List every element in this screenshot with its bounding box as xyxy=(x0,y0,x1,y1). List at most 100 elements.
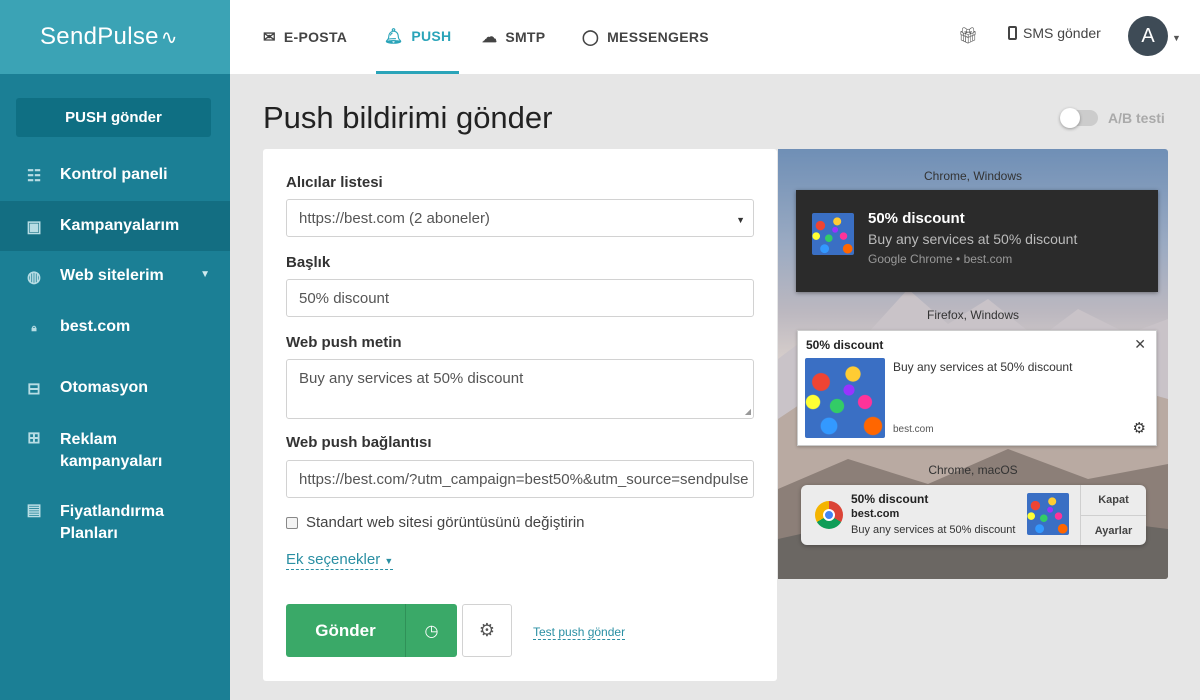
tab-label: PUSH xyxy=(411,27,452,44)
top-navigation: ✉ E-POSTA 🔔︎ PUSH ☁ SMTP ◯ MESSENGERS 🎁︎… xyxy=(230,0,1200,74)
tab-label: MESSENGERS xyxy=(607,29,709,45)
recipients-select[interactable]: https://best.com (2 aboneler) ▼ xyxy=(286,199,754,237)
extra-options-link[interactable]: Ek seçenekler ▼ xyxy=(286,551,394,570)
gear-icon: ⚙ xyxy=(1132,420,1146,437)
lock-icon: 🔒︎ xyxy=(31,322,37,334)
ab-test-toggle[interactable]: A/B testi xyxy=(1060,108,1165,128)
ab-test-label: A/B testi xyxy=(1108,110,1165,126)
resize-handle-icon[interactable]: ◢ xyxy=(745,407,751,416)
sms-send-link[interactable]: SMS gönder xyxy=(1008,25,1101,41)
notification-title: 50% discount xyxy=(868,210,965,227)
sidebar-item-dashboard[interactable]: ☷ Kontrol paneli xyxy=(0,166,230,186)
avatar[interactable]: A xyxy=(1128,16,1168,56)
notification-preview: Chrome, Windows 50% discount Buy any ser… xyxy=(778,149,1168,579)
sidebar-item-label: Reklam kampanyaları xyxy=(60,431,163,470)
sidebar-item-label: best.com xyxy=(60,318,131,335)
ads-icon: ⊞ xyxy=(27,430,41,447)
clock-icon: ◷ xyxy=(424,622,439,640)
extra-options-label: Ek seçenekler xyxy=(286,551,381,568)
link-label: Web push bağlantısı xyxy=(286,434,432,451)
chrome-windows-notification: 50% discount Buy any services at 50% dis… xyxy=(796,190,1158,292)
chevron-down-icon: ▼ xyxy=(736,215,745,225)
tab-email[interactable]: ✉ E-POSTA xyxy=(263,0,347,74)
notification-source: Google Chrome • best.com xyxy=(868,252,1013,266)
sidebar-item-label: Web sitelerim xyxy=(60,267,164,284)
tab-label: E-POSTA xyxy=(283,29,348,45)
title-input[interactable]: 50% discount xyxy=(286,279,754,317)
send-button[interactable]: Gönder xyxy=(286,604,406,657)
sidebar-item-label: Kampanyalarım xyxy=(60,217,180,234)
tab-smtp[interactable]: ☁ SMTP xyxy=(482,0,545,74)
notification-image xyxy=(1027,493,1069,535)
sidebar-item-label: Otomasyon xyxy=(60,379,149,396)
default-image-checkbox-row[interactable]: Standart web sitesi görüntüsünü değiştir… xyxy=(286,514,585,531)
notification-title: 50% discount xyxy=(851,492,929,506)
gift-icon[interactable]: 🎁︎ xyxy=(958,26,978,46)
tab-label: SMTP xyxy=(505,29,546,45)
notification-title: 50% discount xyxy=(806,338,884,352)
title-label: Başlık xyxy=(286,254,331,271)
chevron-down-icon: ▼ xyxy=(200,269,210,280)
sliders-icon: ☷ xyxy=(26,168,42,185)
gear-icon: ⚙ xyxy=(478,620,496,640)
chat-icon: ◯ xyxy=(582,29,600,46)
send-button-group: Gönder ◷ xyxy=(286,604,457,657)
toggle-switch[interactable] xyxy=(1060,108,1098,128)
firefox-windows-label: Firefox, Windows xyxy=(926,308,1020,322)
chrome-macos-label: Chrome, macOS xyxy=(928,463,1018,477)
tab-messengers[interactable]: ◯ MESSENGERS xyxy=(582,0,709,74)
text-textarea[interactable]: Buy any services at 50% discount ◢ xyxy=(286,359,754,419)
link-input[interactable]: https://best.com/?utm_campaign=best50%&u… xyxy=(286,460,754,498)
pulse-icon: ∿ xyxy=(160,26,178,49)
sidebar: SendPulse ∿ PUSH gönder ☷ Kontrol paneli … xyxy=(0,0,230,700)
tab-push[interactable]: 🔔︎ PUSH xyxy=(376,0,460,74)
sidebar-item-label: Kontrol paneli xyxy=(60,166,168,183)
push-send-button[interactable]: PUSH gönder xyxy=(16,98,211,137)
sidebar-item-label: Fiyatlandırma Planları xyxy=(60,503,165,542)
envelope-icon: ✉ xyxy=(263,29,276,46)
page-title: Push bildirimi gönder xyxy=(263,100,553,135)
sidebar-item-best-com[interactable]: 🔒︎ best.com xyxy=(0,318,230,338)
firefox-windows-notification: 50% discount ✕ Buy any services at 50% d… xyxy=(797,330,1157,446)
globe-icon: ◍ xyxy=(27,269,41,286)
close-action: Kapat xyxy=(1098,494,1129,506)
notification-actions: Kapat Ayarlar xyxy=(1080,485,1146,545)
chevron-down-icon: ▼ xyxy=(384,556,394,566)
notification-body: Buy any services at 50% discount xyxy=(893,360,1073,374)
cloud-upload-icon: ☁ xyxy=(482,29,498,46)
settings-action: Ayarlar xyxy=(1081,515,1146,545)
recipients-value: https://best.com (2 aboneler) xyxy=(299,209,490,227)
automation-icon: ⊟ xyxy=(27,381,41,398)
sms-label: SMS gönder xyxy=(1023,25,1101,41)
schedule-button[interactable]: ◷ xyxy=(406,604,457,657)
settings-button[interactable]: ⚙ xyxy=(462,604,512,657)
logo[interactable]: SendPulse ∿ xyxy=(0,0,230,74)
wallet-icon: ▤ xyxy=(26,502,42,519)
chrome-macos-notification: 50% discount best.com Buy any services a… xyxy=(801,485,1146,545)
close-icon: ✕ xyxy=(1134,336,1146,352)
test-push-link[interactable]: Test push gönder xyxy=(533,625,626,640)
inbox-icon: ▣ xyxy=(26,219,42,236)
notification-body: Buy any services at 50% discount xyxy=(868,231,1078,247)
sidebar-item-websites[interactable]: ◍ Web sitelerim ▼ xyxy=(0,251,230,301)
notification-site: best.com xyxy=(851,508,900,520)
notification-image xyxy=(805,358,885,438)
chrome-icon xyxy=(815,501,843,529)
toggle-knob xyxy=(1060,108,1080,128)
text-value: Buy any services at 50% discount xyxy=(299,370,524,387)
checkbox[interactable] xyxy=(286,516,298,529)
notification-body: Buy any services at 50% discount xyxy=(851,524,1016,536)
chrome-windows-label: Chrome, Windows xyxy=(923,169,1023,183)
sidebar-item-automation[interactable]: ⊟ Otomasyon xyxy=(0,379,230,399)
sidebar-item-campaigns[interactable]: ▣ Kampanyalarım xyxy=(0,201,230,251)
bell-icon: 🔔︎ xyxy=(384,27,404,45)
phone-icon xyxy=(1008,26,1017,40)
notification-image xyxy=(812,213,854,255)
chevron-down-icon[interactable]: ▼ xyxy=(1172,33,1181,43)
sidebar-item-pricing[interactable]: ▤ Fiyatlandırma Planları xyxy=(0,501,230,545)
sidebar-item-ads[interactable]: ⊞ Reklam kampanyaları xyxy=(0,429,230,473)
notification-source: best.com xyxy=(893,424,934,435)
logo-text: SendPulse xyxy=(40,23,159,50)
recipients-label: Alıcılar listesi xyxy=(286,174,383,191)
text-label: Web push metin xyxy=(286,334,402,351)
